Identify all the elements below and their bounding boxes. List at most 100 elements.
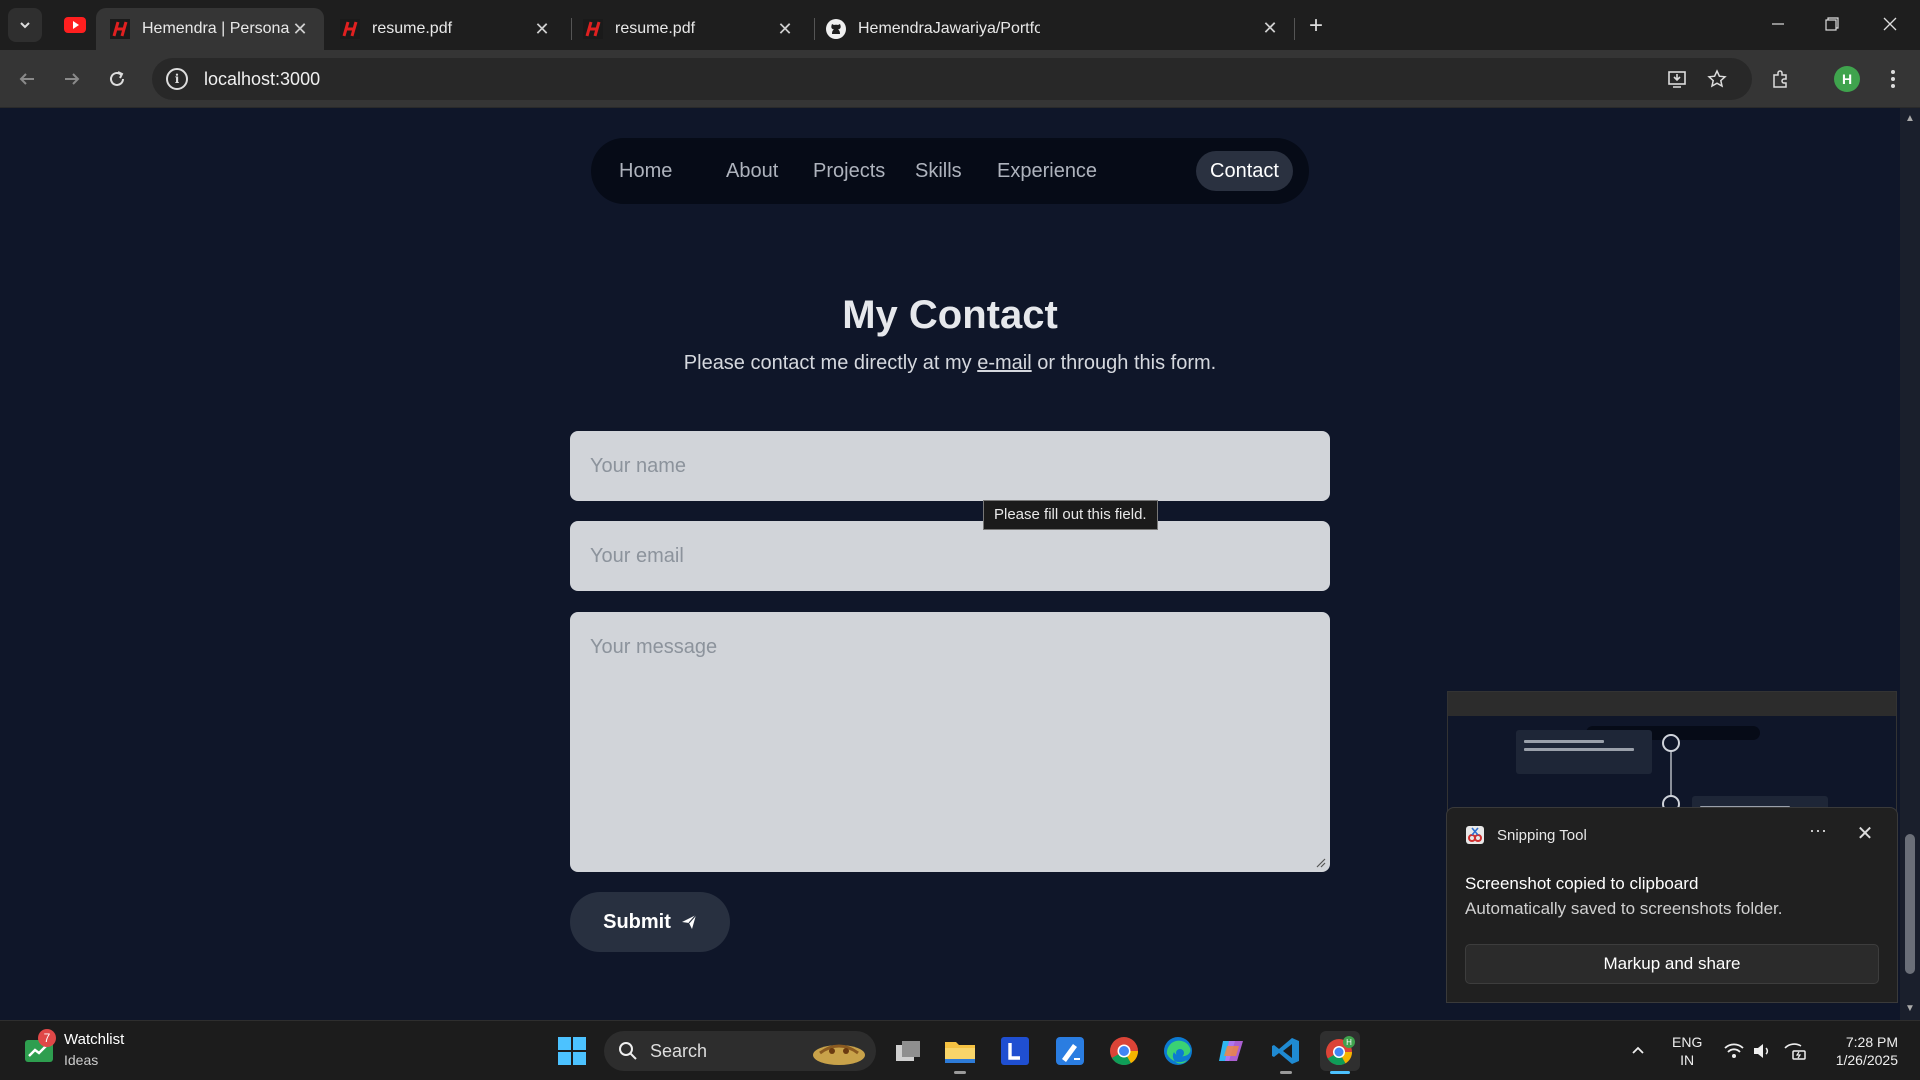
widget-title[interactable]: Watchlist <box>64 1031 124 1048</box>
volume-status[interactable] <box>1752 1021 1772 1080</box>
more-options-icon[interactable]: ··· <box>1803 821 1833 846</box>
tab-title: resume.pdf <box>372 20 453 37</box>
input-language[interactable]: ENG IN <box>1672 1033 1702 1069</box>
network-settings-icon <box>1784 1043 1806 1060</box>
close-tab-icon[interactable]: ✕ <box>532 19 552 39</box>
extensions-button[interactable] <box>1764 62 1798 96</box>
snipping-tool-icon <box>1466 826 1484 844</box>
url-text: localhost:3000 <box>204 68 321 89</box>
chrome-profile-button[interactable]: H <box>1320 1031 1360 1074</box>
tray-overflow-button[interactable] <box>1630 1021 1646 1080</box>
tab-search-button[interactable] <box>8 8 42 42</box>
chevron-up-icon <box>1632 1046 1644 1054</box>
nav-home[interactable]: Home <box>605 151 686 191</box>
close-window-button[interactable] <box>1870 6 1910 42</box>
profile-avatar[interactable]: H <box>1834 66 1860 92</box>
youtube-icon <box>64 17 86 33</box>
main-nav: Home About Projects Skills Experience Co… <box>591 138 1309 204</box>
l-app-button[interactable] <box>995 1031 1035 1071</box>
speaker-icon <box>1754 1044 1769 1058</box>
start-button[interactable] <box>552 1031 592 1071</box>
page-title: My Contact <box>842 293 1058 337</box>
close-icon <box>1883 17 1897 31</box>
system-clock[interactable]: 7:28 PM 1/26/2025 <box>1826 1033 1898 1069</box>
clock-date: 1/26/2025 <box>1835 1052 1898 1068</box>
tab-resume-2[interactable]: resume.pdf ✕ <box>569 8 809 50</box>
nav-experience[interactable]: Experience <box>983 151 1111 191</box>
forward-button[interactable] <box>55 62 89 96</box>
close-tab-icon[interactable]: ✕ <box>290 19 310 39</box>
message-textarea[interactable]: Your message <box>570 612 1330 872</box>
close-tab-icon[interactable]: ✕ <box>1260 18 1280 38</box>
new-tab-button[interactable]: + <box>1302 12 1330 40</box>
nav-skills[interactable]: Skills <box>901 151 976 191</box>
folder-icon <box>945 1042 975 1063</box>
email-link[interactable]: e-mail <box>977 352 1031 374</box>
close-icon[interactable]: ✕ <box>1853 822 1877 846</box>
send-icon <box>681 914 697 929</box>
browser-menu-button[interactable] <box>1876 62 1910 96</box>
tab-separator <box>1294 18 1295 40</box>
hemendra-logo-icon <box>110 19 130 39</box>
site-info-icon[interactable]: i <box>166 68 188 90</box>
submit-label: Submit <box>603 910 671 933</box>
toast-detail: Automatically saved to screenshots folde… <box>1465 899 1783 918</box>
battery-status[interactable] <box>1784 1021 1806 1080</box>
vscode-button[interactable] <box>1266 1031 1306 1074</box>
clock-time: 7:28 PM <box>1845 1034 1898 1050</box>
scroll-down-icon[interactable]: ▼ <box>1905 1004 1915 1014</box>
resize-handle-icon[interactable] <box>1314 856 1326 868</box>
wifi-status[interactable] <box>1724 1021 1744 1080</box>
edge-icon <box>1164 1037 1192 1065</box>
svg-text:H: H <box>1346 1038 1352 1047</box>
search-label: Search <box>650 1040 708 1061</box>
toast-app-name: Snipping Tool <box>1497 826 1587 844</box>
scrollbar-thumb[interactable] <box>1905 834 1915 974</box>
toast-header: Snipping Tool <box>1465 824 1587 846</box>
task-view-button[interactable] <box>888 1031 928 1071</box>
nav-contact[interactable]: Contact <box>1196 151 1293 191</box>
preview-timeline-dot <box>1662 734 1680 752</box>
back-button[interactable] <box>10 62 44 96</box>
markup-and-share-button[interactable]: Markup and share <box>1465 944 1879 984</box>
edge-button[interactable] <box>1158 1031 1198 1071</box>
search-icon <box>619 1042 637 1060</box>
region-code: IN <box>1680 1052 1695 1068</box>
taskbar-search[interactable]: Search <box>604 1031 876 1071</box>
preview-browser-chrome <box>1448 692 1896 716</box>
nav-about[interactable]: About <box>712 151 792 191</box>
restore-button[interactable] <box>1812 6 1852 42</box>
address-bar[interactable]: i localhost:3000 <box>152 58 1752 100</box>
reload-icon <box>110 71 124 86</box>
youtube-pinned-tab[interactable] <box>58 12 92 38</box>
chrome-button[interactable] <box>1104 1031 1144 1071</box>
tab-title: HemendraJawariya/Portfolio <box>858 20 1040 37</box>
subtitle-text: Please contact me directly at my <box>683 352 978 374</box>
reload-button[interactable] <box>100 62 134 96</box>
drawing-app-button[interactable] <box>1050 1031 1090 1071</box>
notification-badge: 7 <box>38 1029 56 1047</box>
tab-github[interactable]: HemendraJawariya/Portfolio <box>812 8 1292 50</box>
chrome-icon <box>1110 1037 1138 1065</box>
page-scrollbar[interactable]: ▲ ▼ <box>1900 108 1920 1020</box>
preview-card <box>1516 730 1652 774</box>
close-tab-icon[interactable]: ✕ <box>775 19 795 39</box>
message-placeholder: Your message <box>590 636 718 658</box>
tab-portfolio[interactable]: Hemendra | Personal Portfolio ✕ <box>96 8 324 50</box>
browser-toolbar: i localhost:3000 H <box>0 50 1920 108</box>
widget-subtitle: Ideas <box>64 1052 99 1068</box>
tab-resume-1[interactable]: resume.pdf ✕ <box>326 8 566 50</box>
submit-button[interactable]: Submit <box>570 892 730 952</box>
install-app-button[interactable] <box>1660 62 1694 96</box>
nav-projects[interactable]: Projects <box>799 151 899 191</box>
restore-icon <box>1825 17 1839 31</box>
star-icon <box>1707 69 1727 88</box>
hemendra-logo-icon <box>340 19 360 39</box>
copilot-button[interactable] <box>1212 1031 1252 1071</box>
scroll-up-icon[interactable]: ▲ <box>1905 114 1915 124</box>
name-input[interactable]: Your name <box>570 431 1330 501</box>
file-explorer-button[interactable] <box>940 1031 980 1074</box>
minimize-button[interactable] <box>1758 6 1798 42</box>
email-input[interactable]: Your email <box>570 521 1330 591</box>
bookmark-button[interactable] <box>1700 62 1734 96</box>
